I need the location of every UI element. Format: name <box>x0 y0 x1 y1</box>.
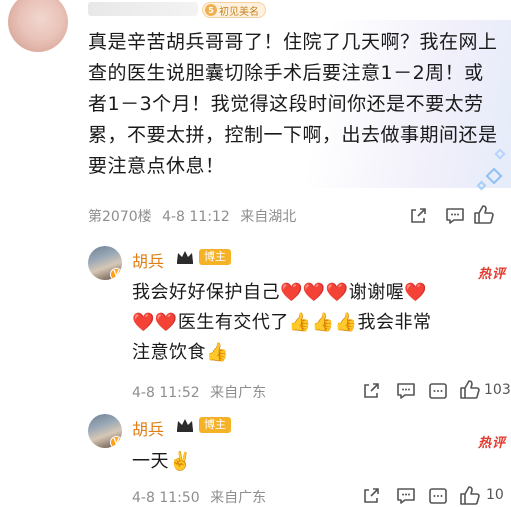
reply-location: 来自广东 <box>210 490 267 506</box>
reply-author-name[interactable]: 胡兵 <box>132 416 164 440</box>
verified-icon: V <box>110 436 122 448</box>
like-icon[interactable] <box>458 378 480 400</box>
reply-time: 4-8 11:50 <box>132 490 200 506</box>
reply-text-line: 我会好好保护自己❤️❤️❤️谢谢喔❤️ <box>132 282 428 303</box>
crown-icon <box>177 419 193 432</box>
comment-text: 真是辛苦胡兵哥哥了！住院了几天啊？我在网上查的医生说胆囊切除手术后要注意1－2周… <box>88 31 498 177</box>
host-badge: 博主 <box>199 417 231 433</box>
reply-text-line: ❤️❤️医生有交代了👍👍👍我会非常 <box>132 312 432 333</box>
commenter-name-blurred[interactable] <box>88 2 198 16</box>
reply-author-name[interactable]: 胡兵 <box>132 248 164 272</box>
comment-thread: 5 初见美名 真是辛苦胡兵哥哥了！住院了几天啊？我在网上查的医生说胆囊切除手术后… <box>0 0 511 507</box>
comment-icon[interactable] <box>396 382 416 400</box>
more-icon[interactable] <box>428 382 448 400</box>
reply-text-line: 一天✌️ <box>132 451 192 472</box>
host-badge: 博主 <box>199 249 231 265</box>
share-icon[interactable] <box>409 207 427 225</box>
comment-icon[interactable] <box>396 487 416 505</box>
verified-icon: V <box>110 268 122 280</box>
like-icon[interactable] <box>458 484 480 506</box>
fan-level-badge[interactable]: 5 初见美名 <box>202 2 266 18</box>
like-count: 10 <box>486 487 504 503</box>
share-icon[interactable] <box>362 487 380 505</box>
like-count: 103 <box>484 382 511 398</box>
comment-icon[interactable] <box>445 207 465 225</box>
like-icon[interactable] <box>472 203 494 225</box>
comment-time: 4-8 11:12 <box>162 209 230 225</box>
reply-time: 4-8 11:52 <box>132 385 200 401</box>
more-icon[interactable] <box>428 487 448 505</box>
author-avatar[interactable]: V <box>88 246 122 280</box>
reply-meta: 4-8 11:50 来自广东 <box>132 487 266 507</box>
reply-meta: 4-8 11:52 来自广东 <box>132 382 266 402</box>
hot-comment-label: 热评 <box>478 436 507 451</box>
badge-label: 初见美名 <box>219 6 259 18</box>
floor-number: 第2070楼 <box>88 209 152 225</box>
commenter-avatar[interactable] <box>8 0 68 52</box>
reply-text-line: 注意饮食👍 <box>132 342 229 363</box>
comment-location: 来自湖北 <box>240 209 297 225</box>
crown-icon <box>177 251 193 264</box>
author-avatar[interactable]: V <box>88 414 122 448</box>
share-icon[interactable] <box>362 382 380 400</box>
hot-comment-label: 热评 <box>478 267 507 282</box>
reply-location: 来自广东 <box>210 385 267 401</box>
level-number: 5 <box>205 4 217 16</box>
comment-meta: 第2070楼 4-8 11:12 来自湖北 <box>88 206 296 226</box>
